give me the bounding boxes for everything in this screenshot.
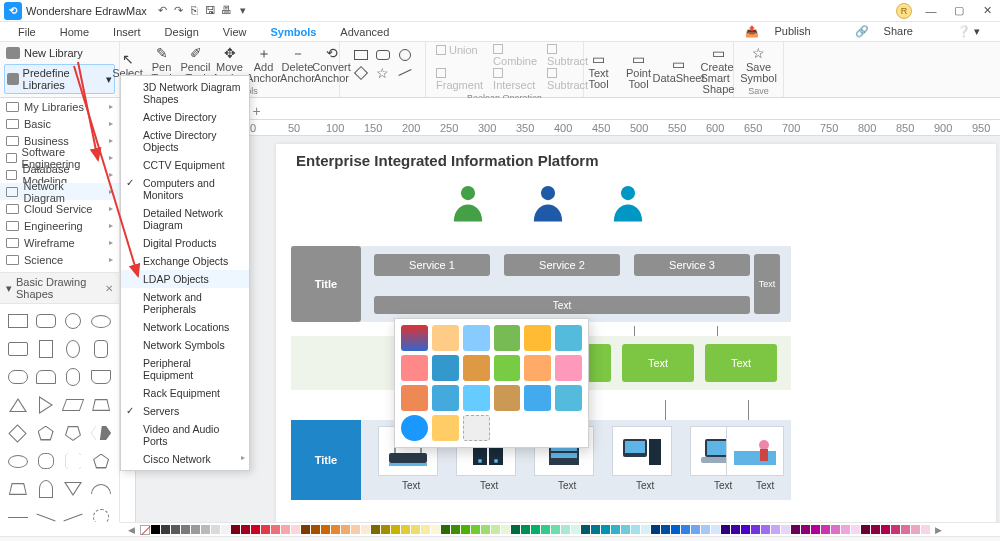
svg-line-25	[74, 66, 138, 276]
